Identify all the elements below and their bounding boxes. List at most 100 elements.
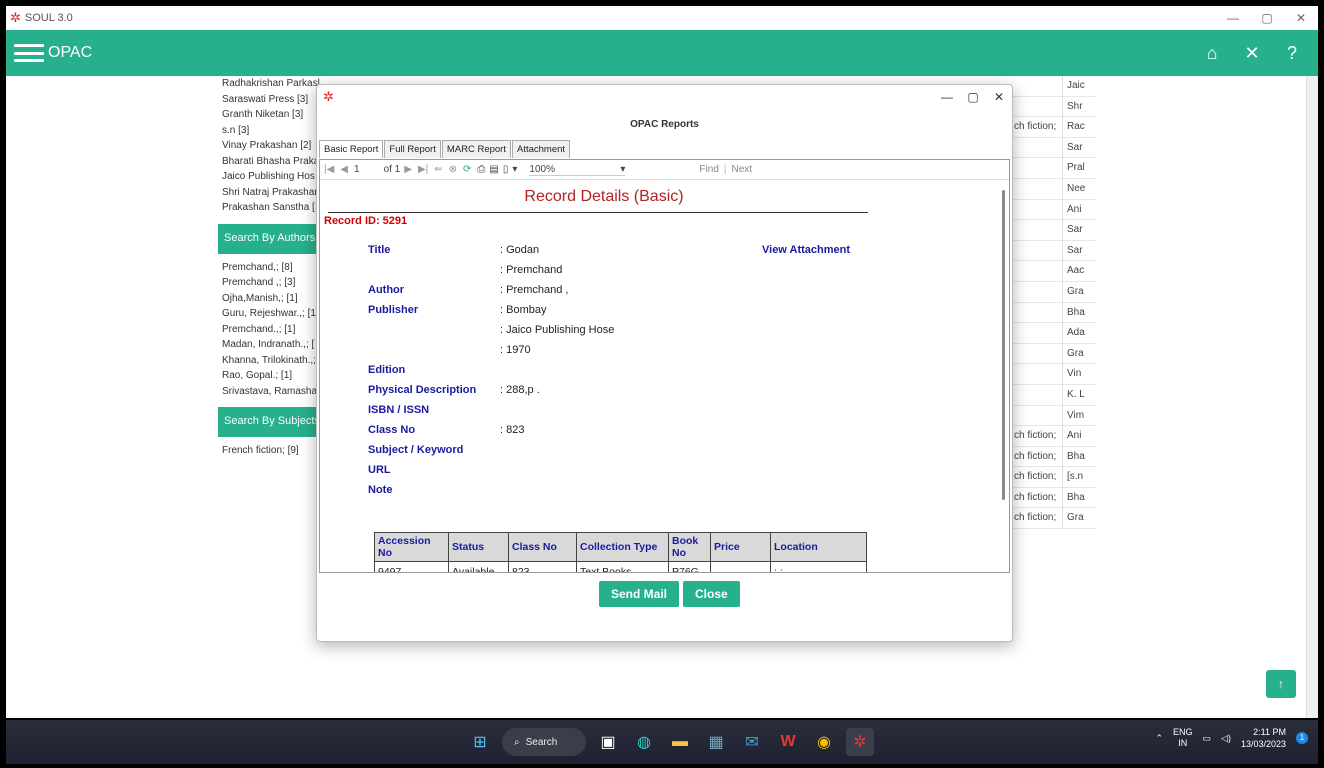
file-explorer-icon[interactable]: ▬ bbox=[666, 728, 694, 756]
close-button[interactable]: Close bbox=[683, 581, 740, 607]
result-row-cell[interactable]: ch fiction; [s.n bbox=[1006, 467, 1096, 488]
result-row-cell[interactable]: Bha bbox=[1006, 302, 1096, 324]
minimize-icon[interactable]: — bbox=[1216, 11, 1250, 25]
mail-icon[interactable]: ✉ bbox=[738, 728, 766, 756]
opac-reports-dialog: ✲ — ▢ ✕ OPAC Reports Basic Report Full R… bbox=[316, 84, 1013, 642]
export-icon[interactable]: ▾ bbox=[512, 164, 517, 175]
author-facet-item[interactable]: Madan, Indranath.,; [ bbox=[218, 337, 328, 353]
page-scrollbar[interactable] bbox=[1306, 76, 1318, 718]
dialog-actions: Send Mail Close bbox=[599, 581, 740, 607]
search-label: Search bbox=[525, 736, 558, 748]
result-row-cell[interactable]: Gra bbox=[1006, 281, 1096, 303]
result-row-cell[interactable]: Sar bbox=[1006, 137, 1096, 159]
edge-browser-icon[interactable]: ◍ bbox=[630, 728, 658, 756]
author-facet-item[interactable]: Guru, Rejeshwar.,; [1] bbox=[218, 306, 328, 322]
publisher-facet-item[interactable]: Bharati Bhasha Praka bbox=[218, 154, 328, 170]
result-row-cell[interactable]: Jaic bbox=[1006, 76, 1096, 97]
result-row-cell[interactable]: ch fiction; Bha bbox=[1006, 487, 1096, 509]
next-page-icon[interactable]: ▶ bbox=[404, 164, 412, 175]
result-row-cell[interactable]: K. L bbox=[1006, 384, 1096, 406]
publisher-facet-item[interactable]: Prakashan Sanstha [1 bbox=[218, 200, 328, 216]
notification-badge[interactable]: 1 bbox=[1296, 732, 1308, 744]
result-row-cell[interactable]: Sar bbox=[1006, 220, 1096, 241]
stop-icon[interactable]: ⊗ bbox=[449, 164, 457, 175]
publisher-facet-item[interactable]: Jaico Publishing Hos bbox=[218, 169, 328, 185]
restore-icon[interactable]: ▢ bbox=[1250, 11, 1284, 25]
author-facet-item[interactable]: Premchand ,; [3] bbox=[218, 275, 328, 291]
result-row-cell[interactable]: Sar bbox=[1006, 240, 1096, 262]
help-icon[interactable]: ? bbox=[1272, 43, 1312, 64]
tab-basic-report[interactable]: Basic Report bbox=[319, 140, 384, 158]
next-link[interactable]: Next bbox=[731, 164, 752, 175]
publisher-facet-item[interactable]: Radhakrishan Parkasl bbox=[218, 76, 328, 92]
network-icon[interactable]: ▭ bbox=[1203, 733, 1212, 744]
windows-start-icon[interactable]: ⊞ bbox=[466, 728, 494, 756]
result-row-cell[interactable]: Ani bbox=[1006, 199, 1096, 221]
refresh-icon[interactable]: ⟳ bbox=[463, 164, 471, 175]
author-facet-item[interactable]: Ojha,Manish,; [1] bbox=[218, 291, 328, 307]
close-window-icon[interactable]: ✕ bbox=[1284, 11, 1318, 25]
dialog-minimize-icon[interactable]: — bbox=[934, 90, 960, 104]
tab-attachment[interactable]: Attachment bbox=[511, 140, 571, 158]
result-row-cell[interactable]: Aac bbox=[1006, 261, 1096, 282]
print-layout-icon[interactable]: ▤ bbox=[489, 164, 498, 175]
tab-full-report[interactable]: Full Report bbox=[384, 140, 441, 158]
result-row-cell[interactable]: Vim bbox=[1006, 405, 1096, 427]
result-row-cell[interactable]: Vin bbox=[1006, 364, 1096, 385]
language-indicator[interactable]: ENG IN bbox=[1173, 727, 1193, 749]
result-row-cell[interactable]: Gra bbox=[1006, 343, 1096, 365]
clock-time: 2:11 PM bbox=[1253, 727, 1286, 737]
authors-panel-title[interactable]: Search By Authors bbox=[218, 223, 328, 254]
last-page-icon[interactable]: ▶| bbox=[418, 164, 428, 175]
result-row-cell[interactable]: ch fiction; Gra bbox=[1006, 508, 1096, 530]
author-facet-item[interactable]: Premchand,; [8] bbox=[218, 260, 328, 276]
publisher-facet-item[interactable]: Vinay Prakashan [2] bbox=[218, 138, 328, 154]
chrome-icon[interactable]: ◉ bbox=[810, 728, 838, 756]
clock[interactable]: 2:11 PM 13/03/2023 bbox=[1241, 726, 1286, 750]
page-setup-icon[interactable]: ▯ bbox=[503, 164, 509, 175]
tab-marc-report[interactable]: MARC Report bbox=[441, 140, 511, 158]
result-row-cell[interactable]: Shr bbox=[1006, 96, 1096, 118]
viewer-scrollbar[interactable] bbox=[1002, 190, 1005, 500]
dialog-close-icon[interactable]: ✕ bbox=[986, 90, 1012, 104]
result-row-cell[interactable]: Ada bbox=[1006, 323, 1096, 344]
publisher-facet-item[interactable]: s.n [3] bbox=[218, 123, 328, 139]
wps-office-icon[interactable]: W bbox=[774, 728, 802, 756]
zoom-select[interactable]: 100% ▾ bbox=[529, 164, 626, 176]
publisher-facet-item[interactable]: Granth Niketan [3] bbox=[218, 107, 328, 123]
task-view-icon[interactable]: ▣ bbox=[594, 728, 622, 756]
result-row-cell[interactable]: ch fiction; Ani bbox=[1006, 426, 1096, 447]
page-number[interactable]: 1 bbox=[354, 164, 360, 175]
result-row-cell[interactable]: ch fiction; Rac bbox=[1006, 117, 1096, 138]
region-code: IN bbox=[1178, 738, 1188, 748]
result-row-cell[interactable]: ch fiction; Bha bbox=[1006, 446, 1096, 468]
author-facet-item[interactable]: Khanna, Trilokinath.,; bbox=[218, 353, 328, 369]
close-icon[interactable]: ✕ bbox=[1232, 43, 1272, 64]
first-page-icon[interactable]: |◀ bbox=[324, 164, 334, 175]
publisher-facet-item[interactable]: Shri Natraj Prakashar bbox=[218, 185, 328, 201]
result-row-cell[interactable]: Nee bbox=[1006, 178, 1096, 200]
view-attachment-link[interactable]: View Attachment bbox=[762, 244, 850, 256]
prev-page-icon[interactable]: ◀ bbox=[340, 164, 348, 175]
store-icon[interactable]: ▦ bbox=[702, 728, 730, 756]
back-icon[interactable]: ⇐ bbox=[434, 164, 442, 175]
subjects-panel-title[interactable]: Search By Subjects bbox=[218, 407, 328, 437]
author-facet-item[interactable]: Srivastava, Ramashar bbox=[218, 384, 328, 400]
author-facet-item[interactable]: Premchand.,; [1] bbox=[218, 322, 328, 338]
soul-app-icon[interactable]: ✲ bbox=[846, 728, 874, 756]
report-content: Record Details (Basic) Record ID: 5291 T… bbox=[324, 180, 984, 572]
result-row-cell[interactable]: Pral bbox=[1006, 158, 1096, 179]
subject-facet-item[interactable]: French fiction; [9] bbox=[218, 443, 328, 459]
scroll-to-top-button[interactable]: ↑ bbox=[1266, 670, 1296, 698]
author-facet-item[interactable]: Rao, Gopal.; [1] bbox=[218, 368, 328, 384]
menu-icon[interactable] bbox=[14, 44, 44, 62]
print-icon[interactable]: ⎙ bbox=[477, 164, 485, 175]
find-link[interactable]: Find bbox=[699, 164, 718, 175]
chevron-up-icon[interactable]: ⌃ bbox=[1155, 733, 1163, 744]
taskbar-search[interactable]: ⌕ Search bbox=[502, 728, 586, 756]
send-mail-button[interactable]: Send Mail bbox=[599, 581, 680, 607]
dialog-maximize-icon[interactable]: ▢ bbox=[960, 90, 986, 104]
publisher-facet-item[interactable]: Saraswati Press [3] bbox=[218, 92, 328, 108]
home-icon[interactable]: ⌂ bbox=[1192, 43, 1232, 64]
volume-icon[interactable]: ◁) bbox=[1221, 733, 1231, 744]
